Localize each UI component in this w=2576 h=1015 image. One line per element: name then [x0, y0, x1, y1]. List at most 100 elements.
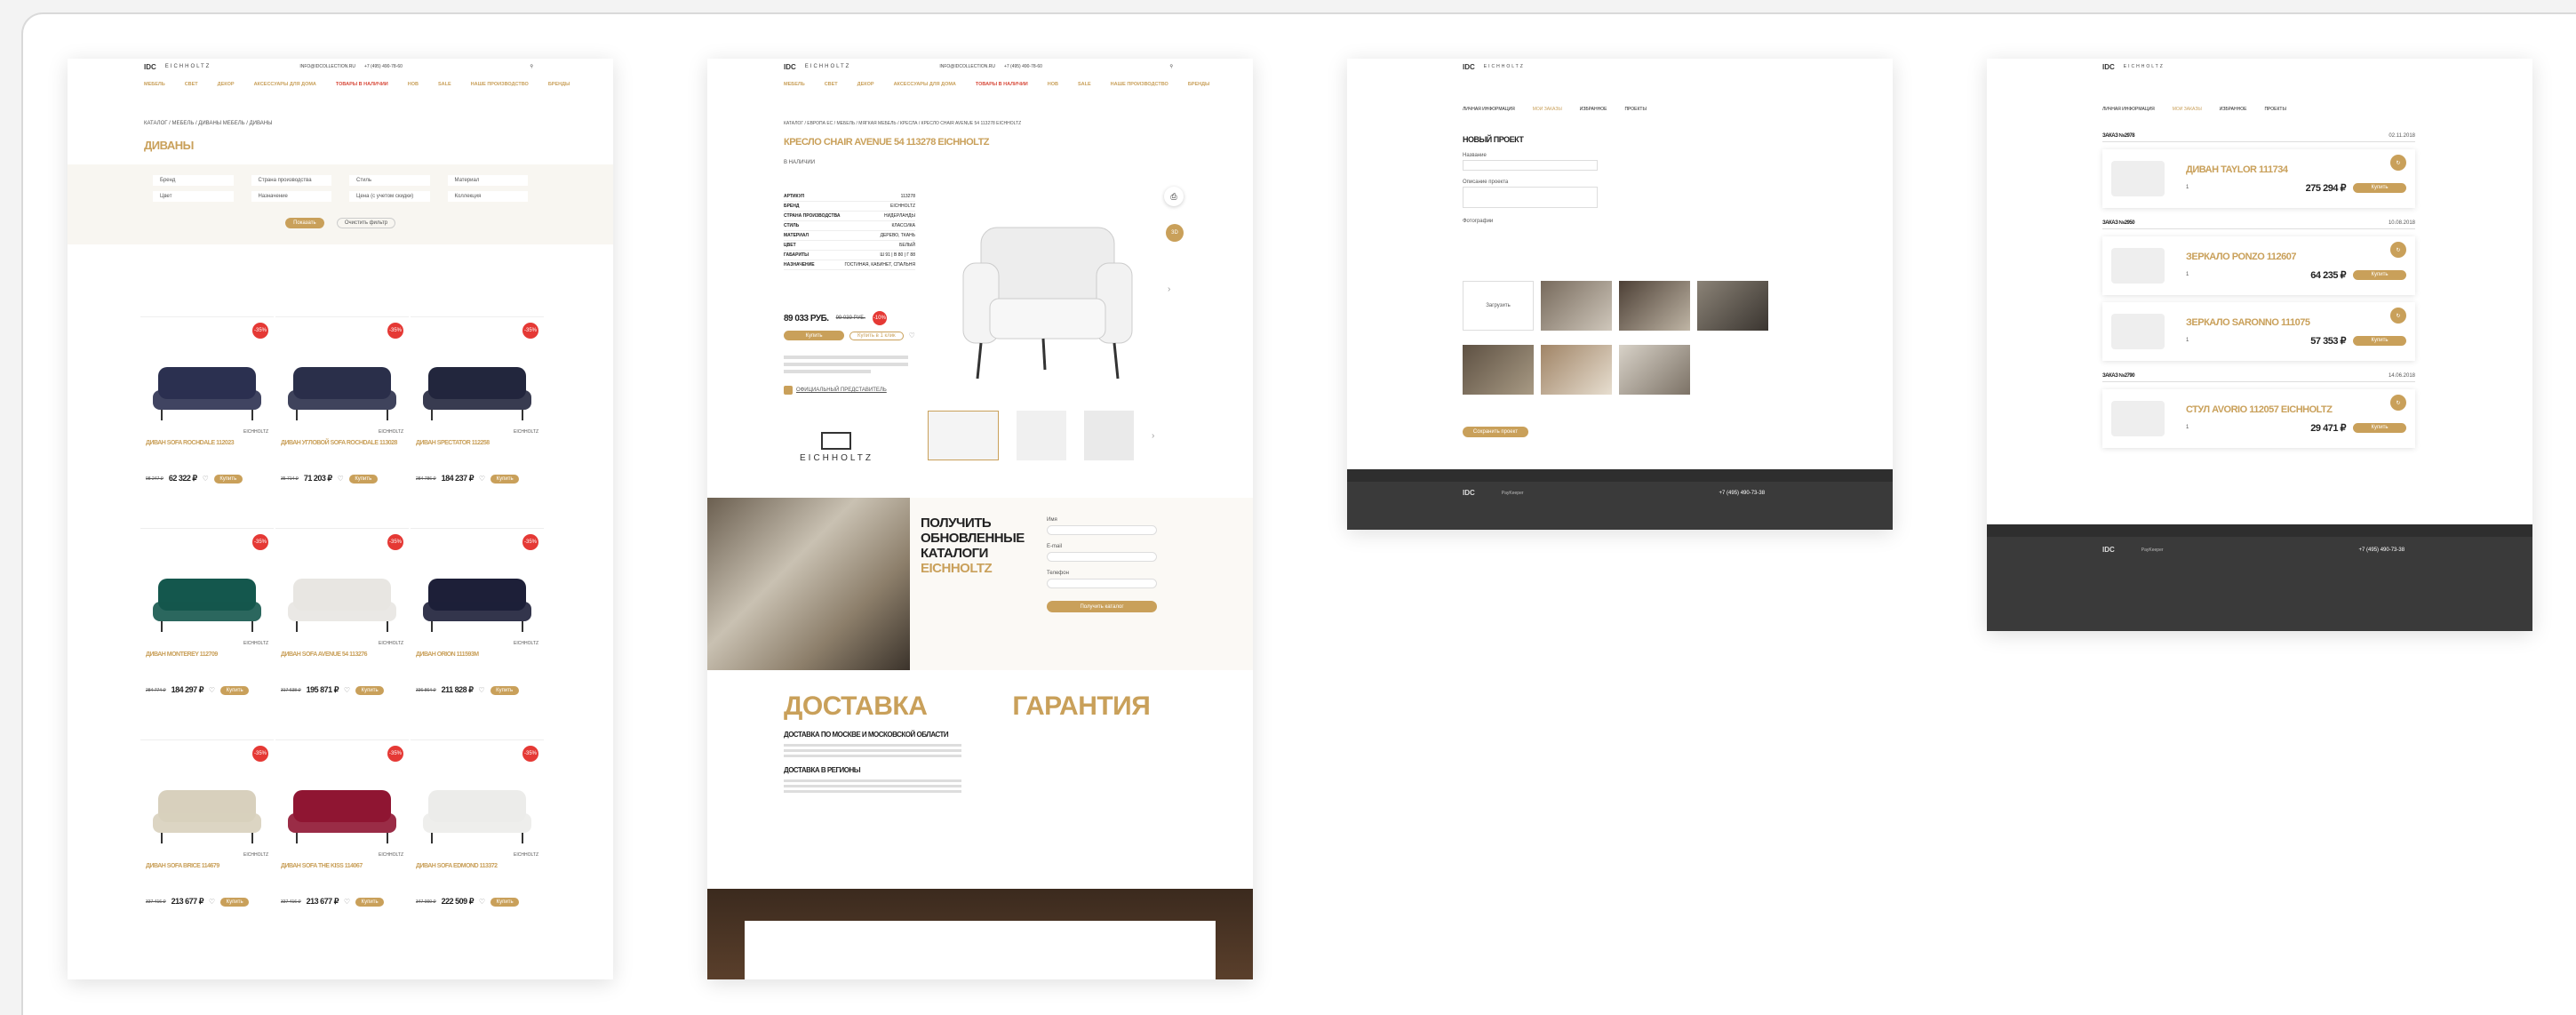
- product-name[interactable]: ДИВАН SOFA ROCHDALE 112023: [146, 440, 268, 460]
- photo-thumbnail[interactable]: [1541, 281, 1612, 331]
- tab-personal[interactable]: ЛИЧНАЯ ИНФОРМАЦИЯ: [2102, 107, 2155, 112]
- repeat-order-button[interactable]: Купить: [2353, 335, 2406, 346]
- tab-favorites[interactable]: ИЗБРАННОЕ: [2220, 107, 2247, 112]
- thumbnail[interactable]: [928, 411, 999, 460]
- buy-button[interactable]: Купить: [355, 685, 385, 695]
- order-item-name[interactable]: ЗЕРКАЛО SARONNO 111075: [2186, 317, 2406, 328]
- photo-thumbnail[interactable]: [1541, 345, 1612, 395]
- nav-item-accessories[interactable]: АКСЕССУАРЫ ДЛЯ ДОМА: [894, 82, 956, 87]
- product-name[interactable]: ДИВАН УГЛОВОЙ SOFA ROCHDALE 113028: [281, 440, 403, 460]
- heart-icon[interactable]: ♡: [478, 686, 484, 694]
- order-item-name[interactable]: СТУЛ AVORIO 112057 EICHHOLTZ: [2186, 404, 2406, 415]
- tab-projects[interactable]: ПРОЕКТЫ: [2264, 107, 2285, 112]
- heart-icon[interactable]: ♡: [344, 686, 350, 694]
- product-image[interactable]: [281, 561, 403, 637]
- product-image[interactable]: [416, 772, 538, 849]
- phone-link[interactable]: +7 (495) 490-78-60: [1004, 64, 1042, 69]
- order-item-name[interactable]: ДИВАН TAYLOR 111734: [2186, 164, 2406, 175]
- email-link[interactable]: INFO@IDCOLLECTION.RU: [939, 64, 995, 69]
- nav-item-sale[interactable]: SALE: [438, 82, 451, 87]
- filter-material[interactable]: Материал: [447, 175, 528, 186]
- phone-field[interactable]: [1047, 579, 1157, 588]
- get-catalog-button[interactable]: Получить каталог: [1047, 601, 1157, 612]
- buy-button[interactable]: Купить: [348, 474, 378, 484]
- order-item[interactable]: СТУЛ AVORIO 112057 EICHHOLTZ 1 29 471 ₽ Куп…: [2102, 389, 2415, 448]
- tab-orders[interactable]: МОИ ЗАКАЗЫ: [1533, 107, 1562, 112]
- heart-icon[interactable]: ♡: [479, 898, 485, 906]
- phone-link[interactable]: +7 (495) 490-78-60: [364, 64, 403, 69]
- thumbnail[interactable]: [1084, 411, 1134, 460]
- filter-color[interactable]: Цвет: [153, 191, 234, 202]
- nav-item-in-stock[interactable]: ТОВАРЫ В НАЛИЧИИ: [336, 82, 388, 87]
- product-name[interactable]: ДИВАН SPECTATOR 112258: [416, 440, 538, 460]
- site-logo[interactable]: IDC: [1463, 63, 1475, 71]
- product-name[interactable]: ДИВАН ORION 111593M: [416, 651, 538, 671]
- heart-icon[interactable]: ♡: [344, 898, 350, 906]
- breadcrumb[interactable]: КАТАЛОГ / ЕВРОПА ЕС / МЕБЕЛЬ / МЯГКАЯ МЕ…: [707, 94, 1253, 126]
- buy-button[interactable]: Купить: [490, 685, 519, 695]
- repeat-order-button[interactable]: Купить: [2353, 182, 2406, 193]
- filter-country[interactable]: Страна производства: [251, 175, 331, 186]
- nav-item-in-stock[interactable]: ТОВАРЫ В НАЛИЧИИ: [976, 82, 1028, 87]
- order-item[interactable]: ЗЕРКАЛО SARONNO 111075 1 57 353 ₽ Купить ↻: [2102, 302, 2415, 361]
- nav-item-furniture[interactable]: МЕБЕЛЬ: [784, 82, 805, 87]
- site-logo[interactable]: IDC: [144, 63, 156, 71]
- filter-collection[interactable]: Коллекция: [447, 191, 528, 202]
- repeat-order-button[interactable]: Купить: [2353, 422, 2406, 433]
- print-icon[interactable]: ⎙: [1164, 187, 1184, 206]
- buy-button[interactable]: Купить: [213, 474, 243, 484]
- product-name[interactable]: ДИВАН SOFA BRICE 114679: [146, 863, 268, 883]
- product-name[interactable]: ДИВАН SOFA THE KISS 114067: [281, 863, 403, 883]
- chevron-right-icon[interactable]: ›: [1168, 284, 1170, 294]
- tab-projects[interactable]: ПРОЕКТЫ: [1624, 107, 1646, 112]
- product-image[interactable]: [146, 772, 268, 849]
- nav-item-light[interactable]: СВЕТ: [825, 82, 838, 87]
- nav-item-furniture[interactable]: МЕБЕЛЬ: [144, 82, 165, 87]
- product-name[interactable]: ДИВАН SOFA AVENUE 54 113276: [281, 651, 403, 671]
- chevron-right-icon[interactable]: ›: [1152, 431, 1154, 441]
- buy-button[interactable]: Купить: [784, 331, 844, 340]
- order-item[interactable]: ДИВАН TAYLOR 111734 1 275 294 ₽ Купить ↻: [2102, 149, 2415, 208]
- product-image[interactable]: [281, 772, 403, 849]
- buy-button[interactable]: Купить: [490, 897, 520, 907]
- heart-icon[interactable]: ♡: [203, 475, 209, 483]
- photo-thumbnail[interactable]: [1463, 345, 1534, 395]
- order-item[interactable]: ЗЕРКАЛО PONZO 112607 1 64 235 ₽ Купить ↻: [2102, 236, 2415, 295]
- tab-orders[interactable]: МОИ ЗАКАЗЫ: [2173, 107, 2202, 112]
- footer-phone[interactable]: +7 (495) 490-73-38: [2359, 547, 2405, 553]
- product-card[interactable]: -35% EICHHOLTZ ДИВАН MONTEREY 112709 284 77…: [140, 528, 274, 739]
- filter-price[interactable]: Цена (с учетом скидки): [349, 191, 430, 202]
- breadcrumb[interactable]: КАТАЛОГ / МЕБЕЛЬ / ДИВАНЫ МЕБЕЛЬ / ДИВАН…: [68, 94, 613, 126]
- heart-icon[interactable]: ♡: [338, 475, 344, 483]
- heart-icon[interactable]: ♡: [209, 686, 215, 694]
- product-image[interactable]: [146, 349, 268, 426]
- product-card[interactable]: -35% EICHHOLTZ ДИВАН ORION 111593M 336 864 …: [411, 528, 544, 739]
- nav-item-accessories[interactable]: АКСЕССУАРЫ ДЛЯ ДОМА: [254, 82, 316, 87]
- product-card[interactable]: -35% EICHHOLTZ ДИВАН SOFA EDMOND 113372 347…: [411, 739, 544, 951]
- nav-item-production[interactable]: НАШЕ ПРОИЗВОДСТВО: [1111, 82, 1168, 87]
- nav-item-sale[interactable]: SALE: [1078, 82, 1091, 87]
- one-click-button[interactable]: Купить в 1 клик: [849, 331, 904, 340]
- add-photo-button[interactable]: Загрузить: [1463, 281, 1534, 331]
- product-image[interactable]: [281, 349, 403, 426]
- search-icon[interactable]: ⚲: [1169, 64, 1173, 69]
- search-icon[interactable]: ⚲: [530, 64, 533, 69]
- project-name-field[interactable]: [1463, 160, 1598, 171]
- product-image[interactable]: [416, 561, 538, 637]
- product-image[interactable]: [146, 561, 268, 637]
- nav-item-light[interactable]: СВЕТ: [185, 82, 198, 87]
- email-link[interactable]: INFO@IDCOLLECTION.RU: [299, 64, 355, 69]
- nav-item-production[interactable]: НАШЕ ПРОИЗВОДСТВО: [471, 82, 529, 87]
- product-card[interactable]: -35% EICHHOLTZ ДИВАН SPECTATOR 112258 284 7…: [411, 316, 544, 528]
- nav-item-decor[interactable]: ДЕКОР: [218, 82, 235, 87]
- nav-item-brands[interactable]: БРЕНДЫ: [548, 82, 570, 87]
- heart-icon[interactable]: ♡: [479, 475, 485, 483]
- filter-brand[interactable]: Бренд: [153, 175, 234, 186]
- photo-thumbnail[interactable]: [1619, 345, 1690, 395]
- product-image[interactable]: [416, 349, 538, 426]
- nav-item-decor[interactable]: ДЕКОР: [857, 82, 874, 87]
- site-logo[interactable]: IDC: [2102, 63, 2115, 71]
- product-card[interactable]: -35% EICHHOLTZ ДИВАН SOFA ROCHDALE 112023 9…: [140, 316, 274, 528]
- photo-thumbnail[interactable]: [1697, 281, 1768, 331]
- buy-button[interactable]: Купить: [220, 685, 250, 695]
